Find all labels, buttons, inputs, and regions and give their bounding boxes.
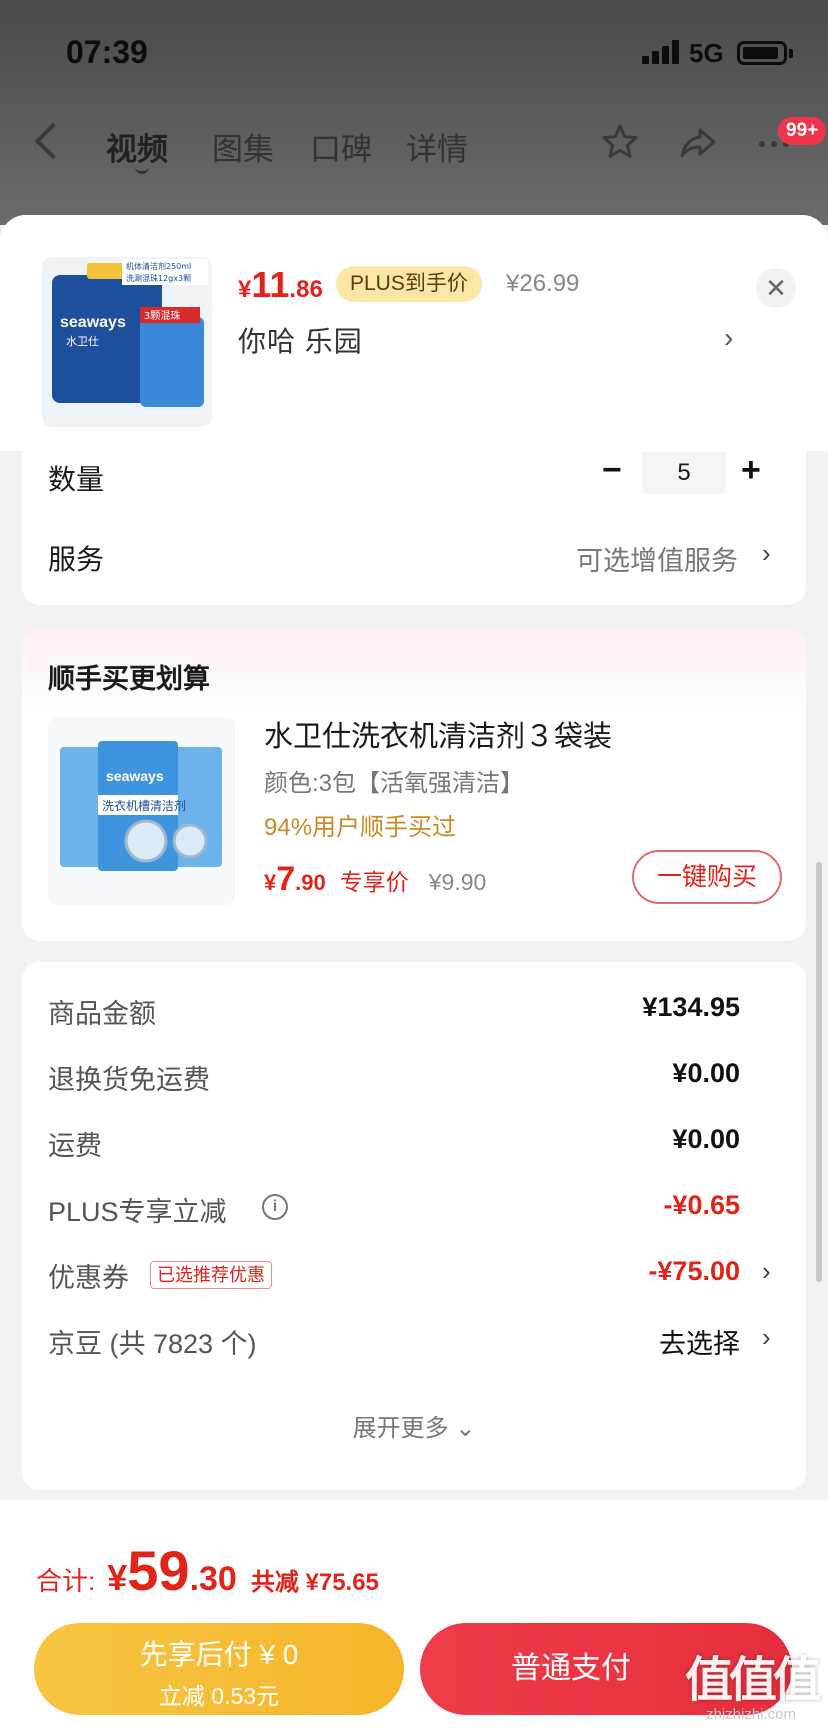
quantity-decrease-button[interactable]: − (602, 451, 622, 490)
watermark: 值值值 zhizhizhi.com (676, 1640, 826, 1730)
battery-tip (789, 49, 793, 58)
chevron-right-icon[interactable]: › (762, 1322, 771, 1353)
selected-spec[interactable]: 你哈 乐园 (238, 320, 363, 360)
product-nav-bar: 视频 图集 口碑 详情 (0, 110, 828, 180)
thumb-tag: 3颗混珠 (144, 309, 180, 322)
status-time: 07:39 (66, 34, 148, 70)
thumb-brand-cn: 水卫仕 (66, 335, 99, 348)
share-icon[interactable] (676, 122, 720, 166)
bundle-img-text: 洗衣机槽清洁剂 (102, 798, 186, 813)
summary-value-return-shipping: ¥0.00 (672, 1058, 740, 1088)
product-thumbnail[interactable]: seaways 水卫仕 3颗混珠 机体清洁剂250ml 洗涮混珠12gx3颗 (42, 257, 212, 427)
tab-video[interactable]: 视频 (106, 124, 168, 169)
expand-more-label: 展开更多 (352, 1415, 449, 1442)
summary-label-plus-discount: PLUS专享立减 (48, 1197, 227, 1227)
star-icon[interactable] (598, 122, 642, 166)
signal-icon (642, 40, 682, 64)
total-amount: 合计: ¥ 59 .30 共减 ¥75.65 (36, 1538, 379, 1603)
bundle-product-image[interactable]: seaways 洗衣机槽清洁剂 (48, 717, 236, 905)
tab-reviews[interactable]: 口碑 (310, 124, 372, 169)
summary-label-jingdou: 京豆 (共 7823 个) (48, 1329, 257, 1359)
summary-label-goods: 商品金额 (48, 999, 156, 1029)
pay-later-button[interactable]: 先享后付 ¥ 0 立减 0.53元 (34, 1623, 404, 1715)
battery-icon (737, 41, 787, 65)
chevron-right-icon[interactable]: › (762, 538, 771, 569)
total-symbol: ¥ (107, 1557, 128, 1598)
bundle-price: ¥ 7 .90 专享价 ¥9.90 (264, 860, 486, 899)
price-symbol: ¥ (238, 276, 252, 303)
summary-value-jingdou[interactable]: 去选择 (659, 1322, 740, 1361)
watermark-logo: 值值值 (684, 1654, 821, 1707)
original-price: ¥26.99 (506, 270, 580, 297)
pay-later-discount: 立减 0.53元 (158, 1683, 280, 1709)
bundle-price-decimal: .90 (295, 870, 326, 895)
plus-price-tag: PLUS到手价 (336, 266, 482, 302)
pay-later-label: 先享后付 ¥ 0 (139, 1639, 299, 1670)
summary-label-return-shipping: 退换货免运费 (48, 1065, 210, 1095)
summary-label-coupon: 优惠券 (48, 1263, 129, 1293)
chevron-down-icon: ⌄ (455, 1415, 476, 1442)
bundle-spec: 颜色:3包【活氧强清洁】 (264, 770, 525, 797)
bundle-price-symbol: ¥ (264, 870, 277, 895)
service-label: 服务 (48, 544, 105, 575)
bundle-original-price: ¥9.90 (428, 869, 487, 895)
bundle-product-name[interactable]: 水卫仕洗衣机清洁剂３袋装 (264, 713, 612, 755)
price-decimal: .86 (289, 276, 323, 303)
total-decimal: .30 (189, 1560, 237, 1598)
chevron-right-icon[interactable]: › (762, 1256, 771, 1287)
bundle-img-brand: seaways (106, 768, 164, 784)
total-label: 合计: (36, 1566, 96, 1596)
close-button[interactable]: ✕ (756, 268, 796, 308)
one-click-buy-button[interactable]: 一键购买 (632, 850, 782, 904)
price-integer: 11 (251, 264, 290, 305)
total-integer: 59 (127, 1539, 190, 1602)
tab-indicator (135, 166, 149, 174)
bundle-price-integer: 7 (276, 860, 296, 898)
status-bar: 07:39 5G (0, 0, 828, 100)
coupon-status-badge: 已选推荐优惠 (150, 1261, 272, 1289)
notification-badge: 99+ (778, 117, 827, 145)
chevron-right-icon[interactable]: › (724, 322, 733, 354)
product-price: ¥ 11 .86 (238, 264, 323, 308)
thumb-brand: seaways (60, 314, 126, 331)
tab-details[interactable]: 详情 (406, 124, 468, 169)
quantity-label: 数量 (48, 464, 105, 495)
summary-value-goods: ¥134.95 (642, 992, 740, 1022)
bundle-title: 顺手买更划算 (48, 664, 210, 694)
summary-value-shipping: ¥0.00 (672, 1124, 740, 1154)
network-label: 5G (689, 38, 724, 68)
expand-more-button[interactable]: 展开更多 ⌄ (0, 1408, 828, 1443)
quantity-increase-button[interactable]: + (741, 451, 761, 490)
back-icon[interactable] (34, 122, 72, 160)
info-icon[interactable]: i (262, 1194, 288, 1220)
service-value[interactable]: 可选增值服务 (576, 539, 738, 578)
bundle-price-tag: 专享价 (339, 869, 409, 895)
summary-value-plus-discount: -¥0.65 (663, 1190, 740, 1220)
scrollbar[interactable] (816, 862, 822, 1282)
bundle-purchase-rate: 94%用户顺手买过 (264, 814, 457, 841)
summary-label-shipping: 运费 (48, 1131, 102, 1161)
tab-gallery[interactable]: 图集 (212, 124, 274, 169)
thumb-line-1: 机体清洁剂250ml (126, 261, 191, 271)
total-saved: 共减 ¥75.65 (250, 1569, 379, 1596)
thumb-line-2: 洗涮混珠12gx3颗 (126, 273, 191, 283)
summary-value-coupon[interactable]: -¥75.00 (648, 1256, 740, 1287)
quantity-input[interactable]: 5 (642, 452, 726, 494)
